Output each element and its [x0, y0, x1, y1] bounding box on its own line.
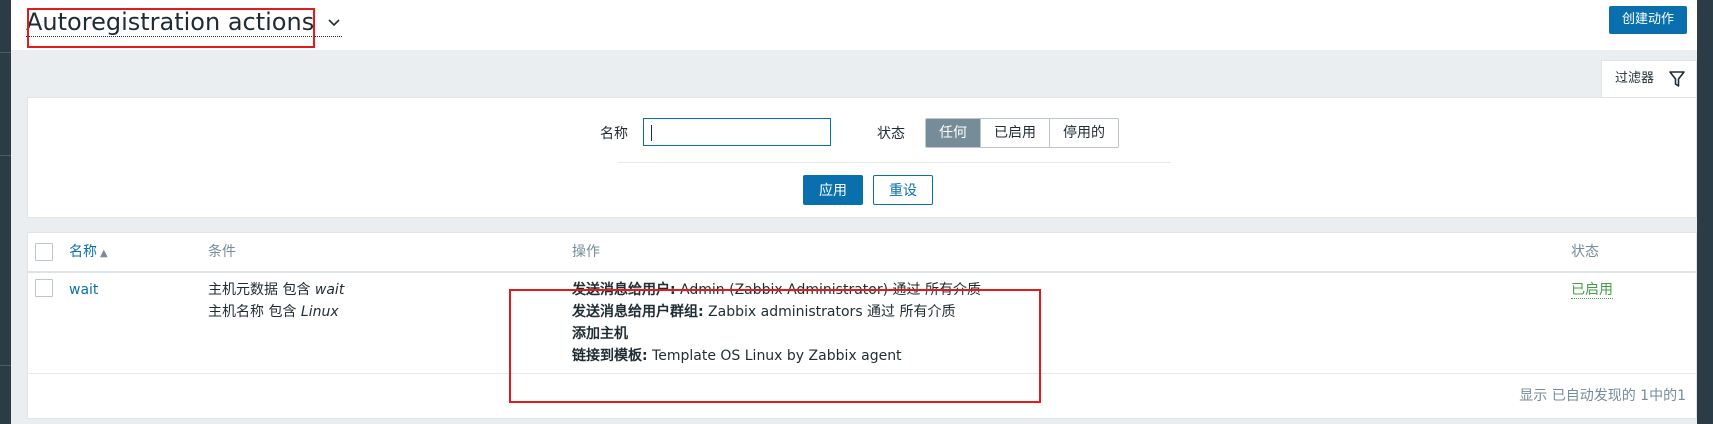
table-row-name: wait [69, 279, 98, 301]
text-caret [651, 125, 652, 141]
column-header-name[interactable]: 名称 ▲ [69, 233, 108, 271]
sidebar-collapsed [0, 0, 11, 424]
column-header-name-label: 名称 [69, 244, 97, 260]
column-header-status: 状态 [1571, 244, 1599, 260]
create-action-button[interactable]: 创建动作 [1608, 6, 1687, 34]
condition-item: 主机元数据 包含 wait [208, 282, 345, 298]
table-footer-count: 显示 已自动发现的 1中的1 [1519, 388, 1686, 404]
highlight-box-operations [509, 289, 1041, 403]
row-checkbox[interactable] [35, 279, 53, 297]
filter-name-label: 名称 [600, 126, 628, 142]
apply-button[interactable]: 应用 [803, 175, 863, 205]
header-divider [28, 271, 1696, 273]
action-name-link[interactable]: wait [69, 282, 98, 298]
column-header-operations: 操作 [572, 244, 600, 260]
reset-button[interactable]: 重设 [873, 175, 933, 205]
filter-divider [618, 162, 1171, 163]
condition-item: 主机名称 包含 Linux [208, 304, 339, 320]
status-segmented-control: 任何 已启用 停用的 [925, 118, 1119, 148]
filter-name-input[interactable] [644, 119, 830, 145]
filter-status-label: 状态 [877, 126, 905, 142]
table-row-status: 已启用 [1571, 279, 1613, 301]
table-row-conditions: 主机元数据 包含 wait 主机名称 包含 Linux [208, 279, 344, 323]
chevron-down-icon [328, 19, 340, 27]
scrollbar[interactable] [1697, 0, 1713, 424]
column-header-conditions: 条件 [208, 244, 236, 260]
sort-ascending-icon: ▲ [100, 248, 108, 259]
filter-name-input-wrap [643, 118, 831, 146]
highlight-box-title [27, 8, 315, 48]
status-option-enabled[interactable]: 已启用 [981, 119, 1050, 147]
status-option-disabled[interactable]: 停用的 [1050, 119, 1118, 147]
status-toggle-link[interactable]: 已启用 [1571, 282, 1613, 299]
filter-funnel-icon [1669, 71, 1685, 87]
select-all-checkbox[interactable] [35, 243, 53, 261]
status-option-any[interactable]: 任何 [926, 119, 981, 147]
filter-panel: 名称 状态 任何 已启用 停用的 应用 重设 [27, 97, 1697, 218]
filter-tab[interactable]: 过滤器 [1601, 60, 1697, 98]
filter-tab-label: 过滤器 [1615, 71, 1655, 86]
